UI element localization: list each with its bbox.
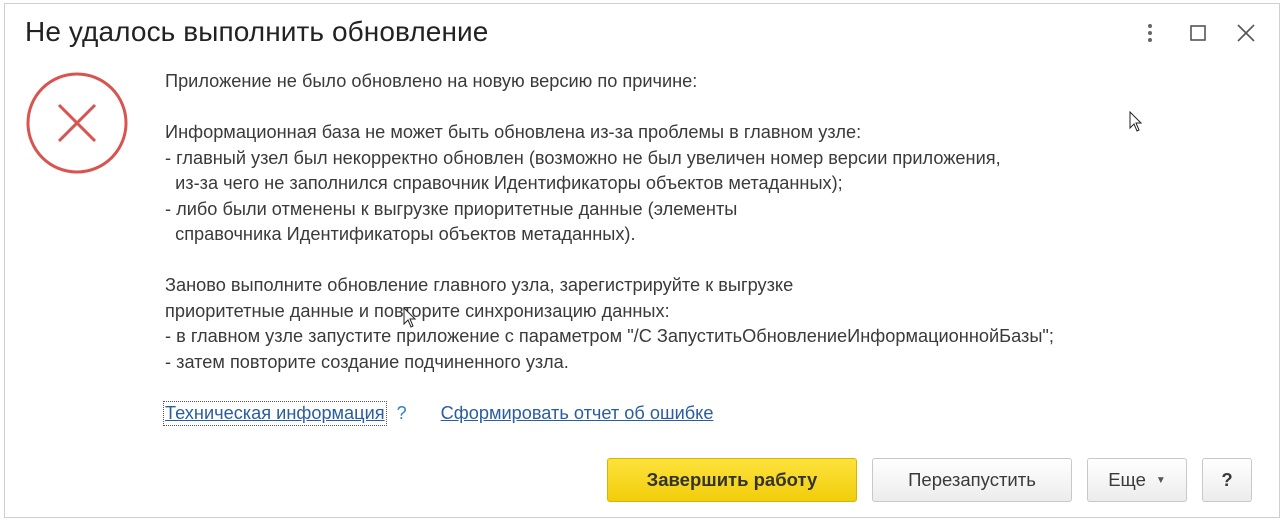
restart-button[interactable]: Перезапустить <box>872 458 1072 502</box>
button-bar: Завершить работу Перезапустить Еще ▼ ? <box>607 458 1252 502</box>
help-label: ? <box>1221 469 1233 490</box>
more-button[interactable]: Еще ▼ <box>1087 458 1187 502</box>
message-line: - главный узел был некорректно обновлен … <box>165 147 1001 168</box>
dialog-title: Не удалось выполнить обновление <box>25 16 489 47</box>
report-error-link[interactable]: Сформировать отчет об ошибке <box>441 403 714 424</box>
restart-label: Перезапустить <box>908 469 1036 490</box>
message-line: справочника Идентификаторы объектов мета… <box>165 224 636 244</box>
more-vertical-icon[interactable] <box>1139 22 1161 44</box>
window-controls <box>1139 22 1257 44</box>
message-line: приоритетные данные и повторите синхрони… <box>165 300 670 321</box>
finish-work-label: Завершить работу <box>646 469 818 490</box>
message-line: из-за чего не заполнился справочник Иден… <box>165 173 843 193</box>
maximize-icon[interactable] <box>1187 22 1209 44</box>
message-line: Заново выполните обновление главного узл… <box>165 275 794 295</box>
close-icon[interactable] <box>1235 22 1257 44</box>
error-icon <box>25 71 129 175</box>
technical-info-link[interactable]: Техническая информация <box>163 401 387 426</box>
message-line: Приложение не было обновлено на новую ве… <box>165 71 698 91</box>
error-dialog: Не удалось выполнить обновление Приложен… <box>4 3 1280 518</box>
caret-down-icon: ▼ <box>1155 474 1166 486</box>
mouse-cursor-icon <box>1129 110 1143 138</box>
message-line <box>165 248 1265 274</box>
message-line <box>165 95 1265 121</box>
mouse-cursor-icon <box>403 306 417 334</box>
links-row: Техническая информация ? Сформировать от… <box>163 401 714 426</box>
finish-work-button[interactable]: Завершить работу <box>607 458 857 502</box>
message-line: - в главном узле запустите приложение с … <box>165 326 1054 346</box>
message-line: - либо были отменены к выгрузке приорите… <box>165 198 738 219</box>
help-button[interactable]: ? <box>1202 458 1252 502</box>
message-line: Информационная база не может быть обновл… <box>165 122 862 142</box>
error-message: Приложение не было обновлено на новую ве… <box>165 69 1265 375</box>
more-label: Еще <box>1108 469 1146 490</box>
message-line: - затем повторите создание подчиненного … <box>165 351 569 372</box>
help-question-icon[interactable]: ? <box>397 403 407 424</box>
